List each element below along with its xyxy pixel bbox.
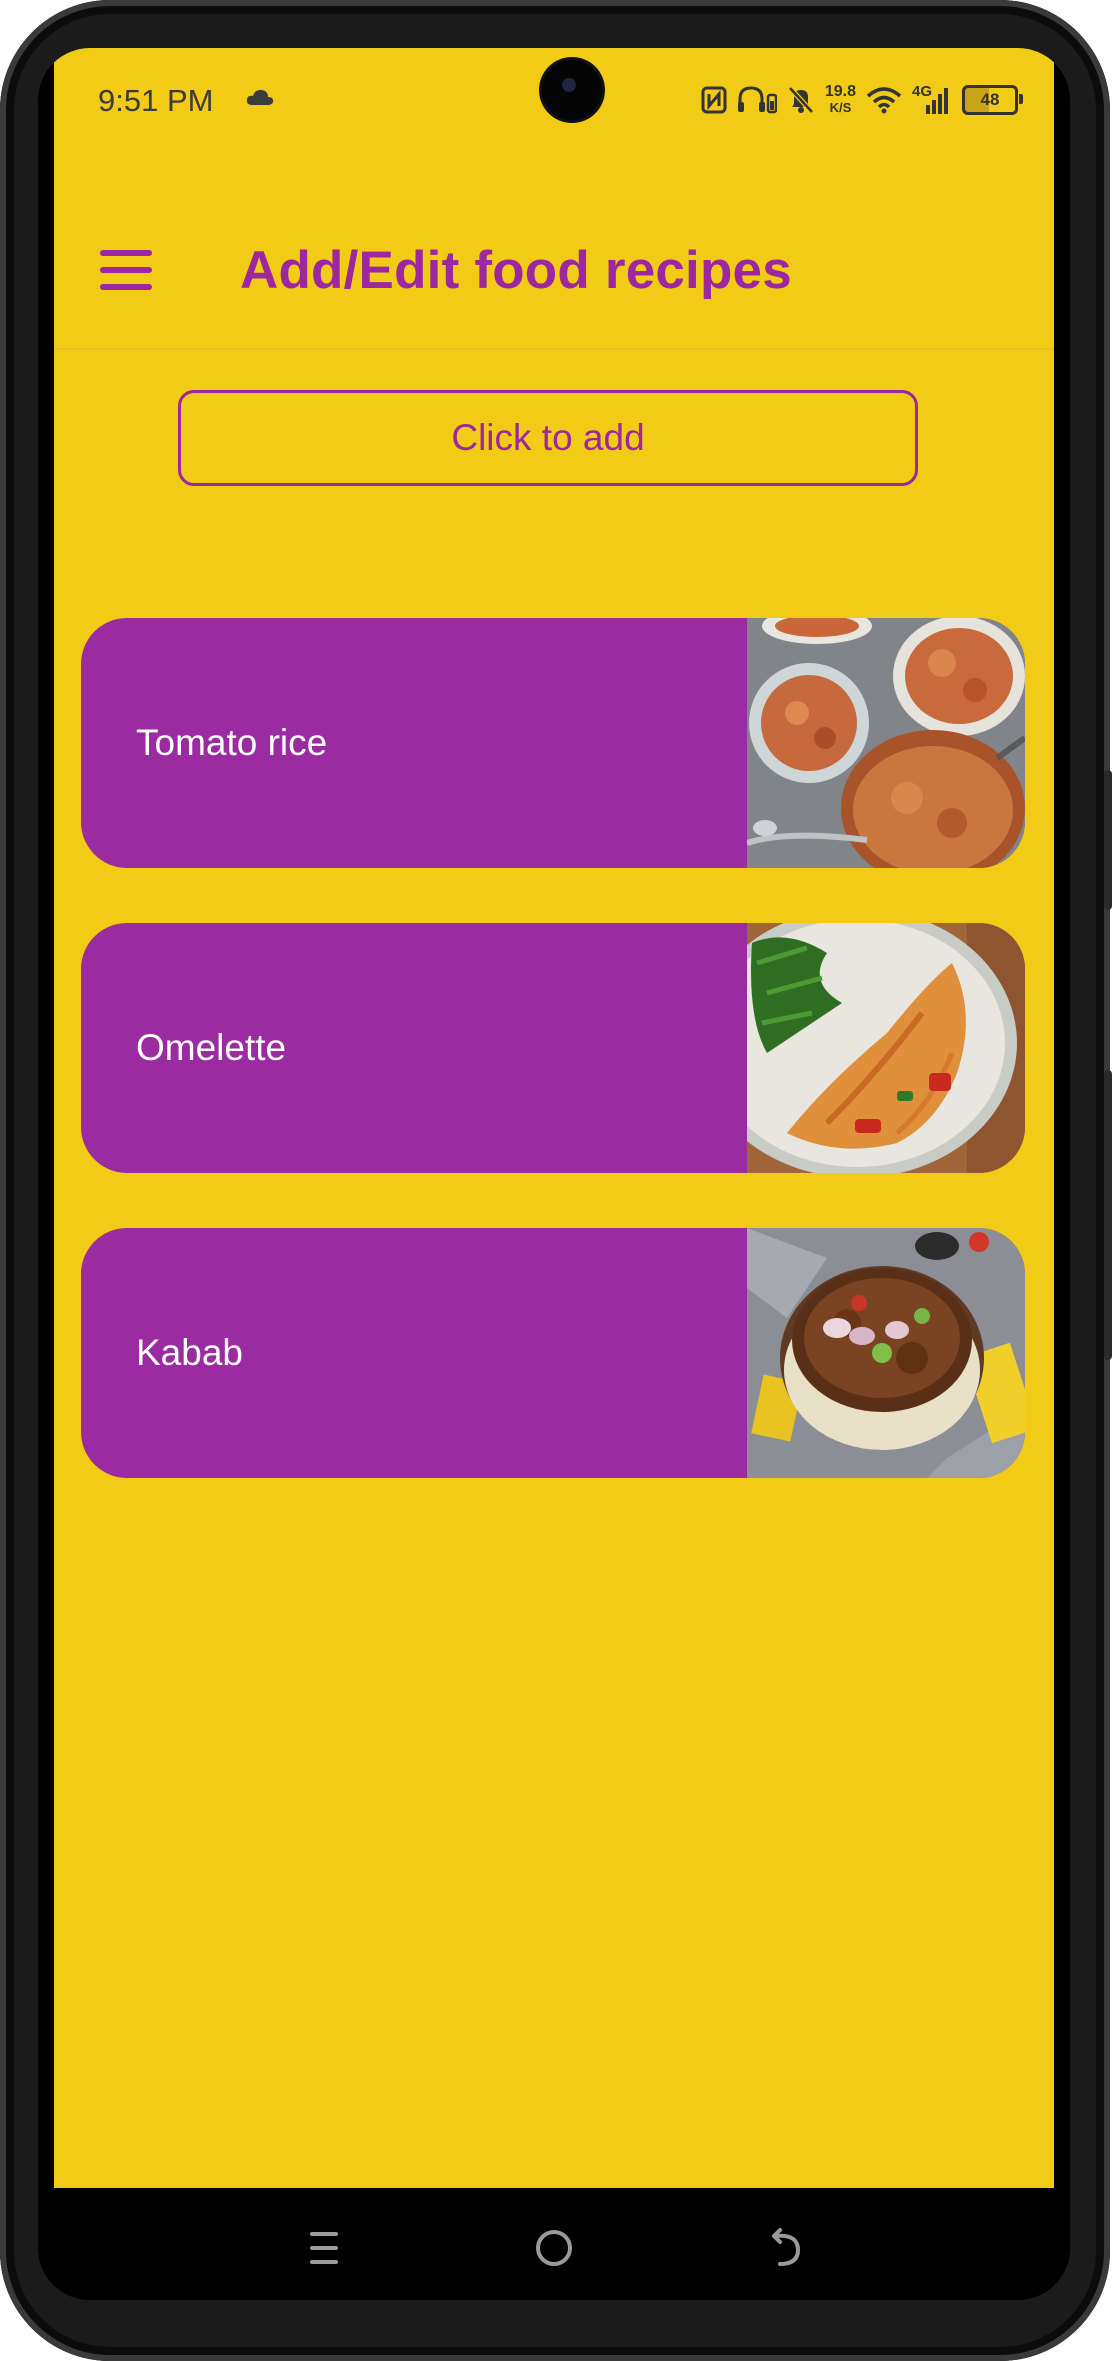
recipe-card-tomato-rice[interactable]: Tomato rice (81, 618, 1025, 868)
recipe-name: Tomato rice (136, 722, 328, 763)
screen: 9:51 PM 19.8 K/S 4G 48 Add/Edit food rec… (38, 48, 1070, 2300)
app-screen: 9:51 PM 19.8 K/S 4G 48 Add/Edit food rec… (54, 48, 1054, 2188)
page-title: Add/Edit food recipes (240, 241, 792, 300)
cloud-icon (246, 89, 274, 105)
status-time: 9:51 PM (98, 83, 214, 118)
mute-notifications-icon (788, 86, 814, 114)
hamburger-menu-icon[interactable] (100, 250, 152, 290)
nfc-icon (701, 86, 727, 114)
volume-button (1104, 770, 1112, 910)
home-circle-icon[interactable] (524, 2218, 584, 2278)
status-icons: 19.8 K/S 4G 48 (701, 78, 1023, 122)
back-icon[interactable] (754, 2218, 814, 2278)
network-speed-unit: K/S (829, 100, 852, 115)
battery-icon: 48 (962, 85, 1023, 115)
app-toolbar: Add/Edit food recipes (54, 158, 1054, 350)
power-button (1104, 1070, 1112, 1360)
phone-frame: 9:51 PM 19.8 K/S 4G 48 Add/Edit food rec… (0, 0, 1112, 2361)
status-bar: 9:51 PM 19.8 K/S 4G 48 (54, 48, 1054, 158)
recipe-image-tomato-rice (747, 618, 1025, 868)
signal-bars-icon (926, 88, 948, 114)
recipe-name: Kabab (136, 1332, 243, 1373)
cell-signal: 4G (912, 83, 952, 115)
recipe-image-kabab (747, 1228, 1025, 1478)
system-nav-bar (38, 2188, 1070, 2300)
recents-icon[interactable] (294, 2218, 354, 2278)
recipe-card-kabab[interactable]: Kabab (81, 1228, 1025, 1478)
recipe-card-omelette[interactable]: Omelette (81, 923, 1025, 1173)
add-recipe-button[interactable]: Click to add (178, 390, 918, 486)
network-speed: 19.8 K/S (825, 84, 856, 116)
recipe-name: Omelette (136, 1027, 287, 1068)
front-camera (542, 60, 602, 120)
headphones-battery-icon (737, 86, 777, 114)
network-speed-value: 19.8 (824, 83, 856, 100)
battery-level: 48 (980, 90, 1000, 109)
wifi-icon (866, 87, 902, 114)
recipe-image-omelette (747, 923, 1025, 1173)
